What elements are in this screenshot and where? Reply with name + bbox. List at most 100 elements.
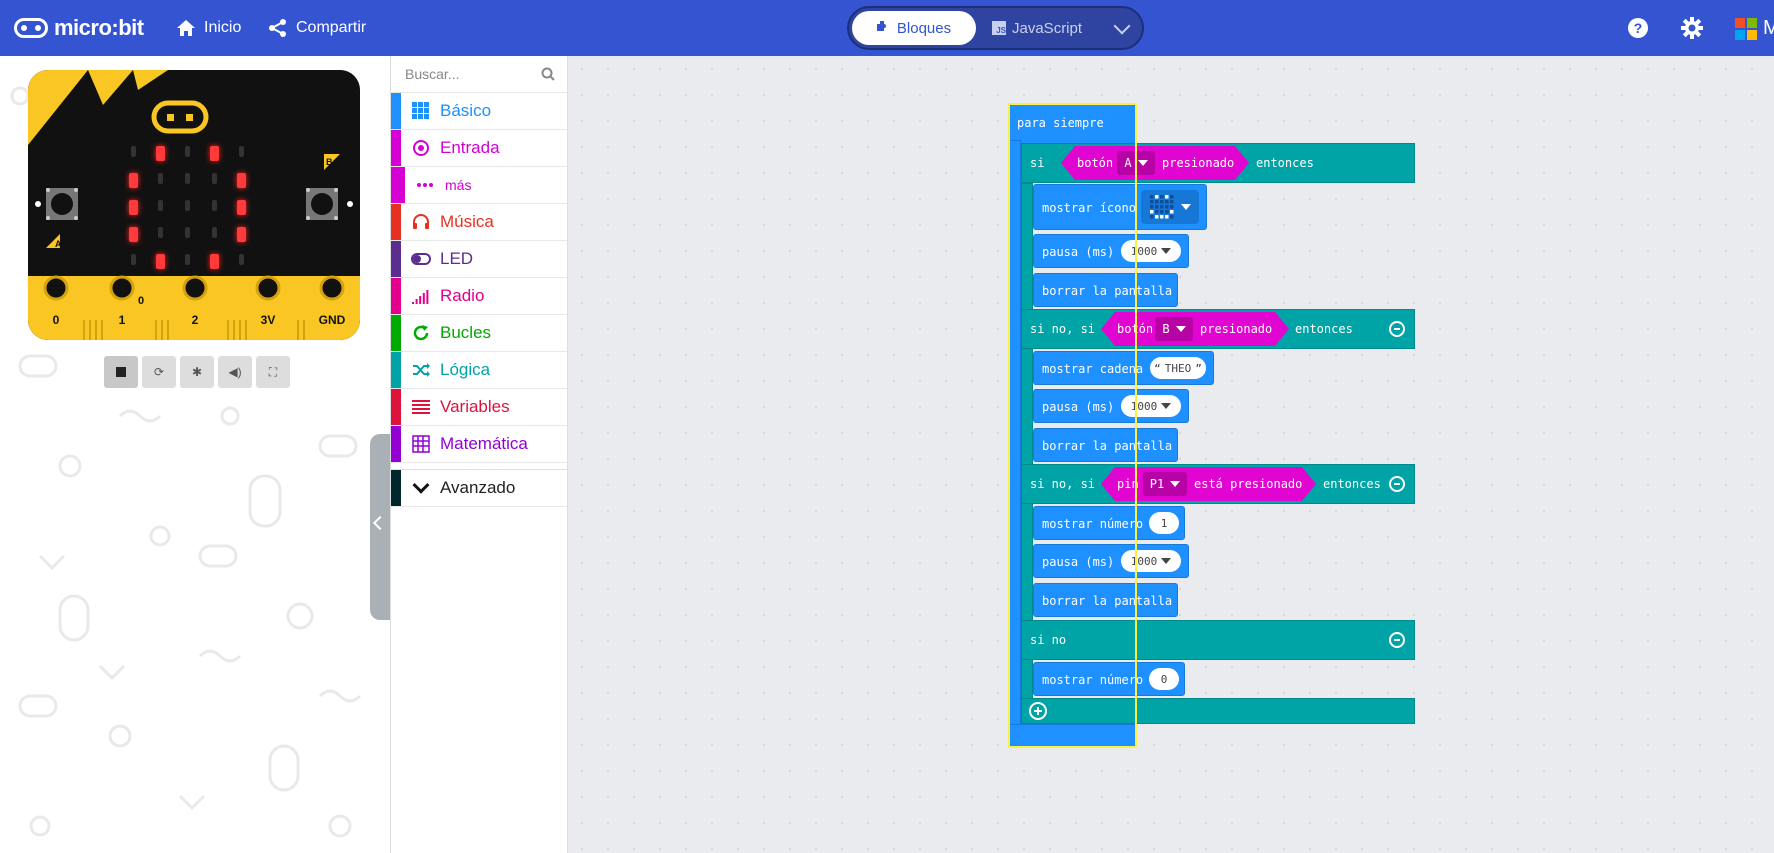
debug-button[interactable]: ✱ <box>180 356 214 388</box>
button-a-label: A <box>55 239 62 249</box>
category-color-bar <box>391 426 401 462</box>
category-label: Matemática <box>440 434 528 453</box>
microbit-logo-icon <box>14 18 48 38</box>
number-value-input[interactable]: 1 <box>1149 512 1179 534</box>
javascript-label: JavaScript <box>1012 19 1083 37</box>
category-label: Bucles <box>440 323 492 342</box>
search-input[interactable]: Buscar... <box>405 66 459 82</box>
javascript-tab[interactable]: JS JavaScript <box>992 11 1082 45</box>
category-label: LED <box>440 249 474 268</box>
icon-pixel <box>1150 200 1154 204</box>
button-a[interactable] <box>46 188 78 220</box>
icon-pixel <box>1160 215 1164 219</box>
button-b[interactable] <box>306 188 338 220</box>
share-label: Compartir <box>296 19 367 36</box>
led-off <box>185 200 190 211</box>
icon-pixel <box>1155 210 1159 214</box>
pressed-label: presionado <box>1200 322 1273 336</box>
remove-branch-icon[interactable] <box>1389 632 1405 648</box>
led-off <box>131 146 136 157</box>
share-button[interactable]: Compartir <box>268 16 366 40</box>
category-color-bar <box>391 352 401 388</box>
help-icon[interactable]: ? <box>1626 16 1650 40</box>
stop-button[interactable] <box>104 356 138 388</box>
pin-label: 3V <box>261 313 276 327</box>
button-b-label: B <box>326 157 333 167</box>
more-icon <box>415 175 435 195</box>
editor-toggle: Bloques JS JavaScript <box>847 6 1144 50</box>
category-variables[interactable]: Variables <box>391 389 567 426</box>
led-off <box>131 254 136 265</box>
mute-icon: ◀) <box>228 365 242 379</box>
collapse-simulator-tab[interactable] <box>370 434 390 620</box>
debug-icon: ✱ <box>191 365 203 379</box>
chevron-down-icon <box>411 476 431 498</box>
pin-label: GND <box>319 313 346 327</box>
simulator-controls: ⟳ ✱ ◀) ⛶ <box>104 356 290 388</box>
loop-icon <box>411 323 431 343</box>
button-dropdown[interactable]: B <box>1155 317 1193 341</box>
blocks-label: Bloques <box>896 19 952 37</box>
pressed-label: presionado <box>1162 156 1235 170</box>
icon-pixel <box>1170 205 1174 209</box>
number-value-input[interactable]: 0 <box>1149 668 1179 690</box>
search-icon <box>541 67 555 81</box>
icon-pixel <box>1170 200 1174 204</box>
icon-pixel <box>1165 215 1169 219</box>
category-radio[interactable]: Radio <box>391 278 567 315</box>
led-off <box>212 200 217 211</box>
target-icon <box>411 138 431 158</box>
led-on <box>237 227 246 242</box>
led-on <box>129 200 138 215</box>
then-label: entonces <box>1256 156 1314 170</box>
mute-button[interactable]: ◀) <box>218 356 252 388</box>
restart-button[interactable]: ⟳ <box>142 356 176 388</box>
toolbox: Buscar... Básico Entrada más Música LED Radio… <box>390 56 568 853</box>
led-on <box>210 146 219 161</box>
simulator-pane: A B 0 1 2 3V GND 0 ⟳ ✱ ◀) ⛶ <box>0 56 390 853</box>
category-color-bar <box>391 167 405 203</box>
remove-branch-icon[interactable] <box>1389 476 1405 492</box>
string-value-input[interactable]: “THEO” <box>1150 357 1206 379</box>
category-advanced[interactable]: Avanzado <box>391 469 567 507</box>
microsoft-logo[interactable]: M <box>1735 17 1774 40</box>
remove-branch-icon[interactable] <box>1389 321 1405 337</box>
category-color-bar <box>391 315 401 351</box>
category-música[interactable]: Música <box>391 204 567 241</box>
home-button[interactable]: Inicio <box>176 16 241 40</box>
toolbox-search[interactable]: Buscar... <box>391 56 567 93</box>
share-icon <box>269 19 286 37</box>
settings-icon[interactable] <box>1680 16 1704 40</box>
fullscreen-button[interactable]: ⛶ <box>256 356 290 388</box>
category-label: Música <box>440 212 494 231</box>
pin-value-readout: 0 <box>138 295 144 307</box>
icon-pixel <box>1170 195 1174 199</box>
icon-pixel <box>1160 210 1164 214</box>
category-led[interactable]: LED <box>391 241 567 278</box>
pin-dropdown-value: P1 <box>1149 477 1165 491</box>
pin-dropdown[interactable]: P1 <box>1143 472 1187 496</box>
category-color-bar <box>391 241 401 277</box>
dropdown-arrow-icon <box>1175 326 1186 332</box>
svg-text:?: ? <box>1634 20 1643 36</box>
category-básico[interactable]: Básico <box>391 93 567 130</box>
category-entrada-more[interactable]: más <box>391 167 567 204</box>
pressed-label: está presionado <box>1194 477 1303 491</box>
pin-label: 2 <box>192 313 199 327</box>
then-label: entonces <box>1323 477 1381 491</box>
category-lógica[interactable]: Lógica <box>391 352 567 389</box>
category-entrada[interactable]: Entrada <box>391 130 567 167</box>
icon-pixel <box>1160 205 1164 209</box>
quote-open: “ <box>1154 361 1161 375</box>
microbit-logo[interactable]: micro:bit <box>14 14 144 42</box>
blocks-tab[interactable]: Bloques <box>852 11 976 45</box>
category-bucles[interactable]: Bucles <box>391 315 567 352</box>
led-on <box>156 254 165 269</box>
icon-pixel <box>1165 195 1169 199</box>
led-on <box>237 200 246 215</box>
led-on <box>237 173 246 188</box>
chevron-down-icon[interactable] <box>1113 17 1131 35</box>
category-matemática[interactable]: Matemática <box>391 426 567 463</box>
icon-picker[interactable] <box>1141 190 1199 224</box>
led-off <box>185 146 190 157</box>
